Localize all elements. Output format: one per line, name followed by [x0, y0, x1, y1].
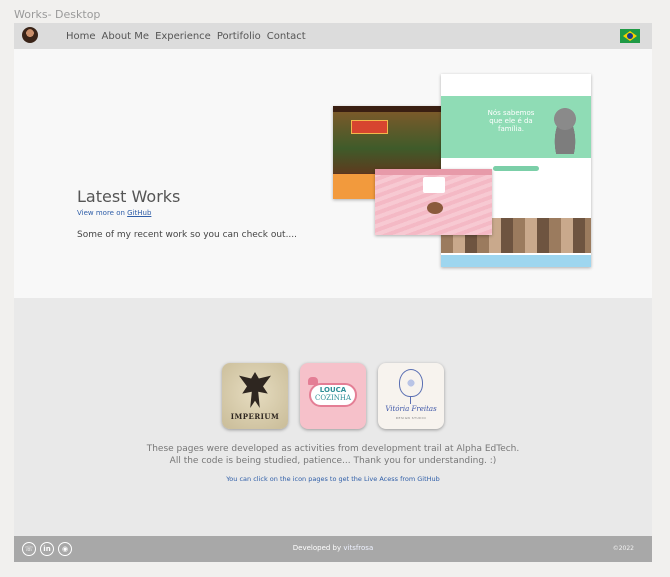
page-frame: Home About Me Experience Portifolio Cont… [14, 23, 652, 562]
nav-home[interactable]: Home [66, 31, 96, 42]
cat-image [549, 104, 581, 154]
mockup-topbar [375, 169, 492, 175]
louca-logo-line1: LOUCA [319, 386, 347, 394]
mockup-footer [441, 255, 591, 267]
developed-by: Developed by vitsfrosa [14, 544, 652, 552]
nav-experience[interactable]: Experience [155, 31, 211, 42]
flower-stem [410, 396, 411, 404]
nav-links: Home About Me Experience Portifolio Cont… [66, 23, 306, 49]
developed-by-label: Developed by [292, 544, 344, 552]
github-link-row: View more on GitHub [77, 209, 151, 217]
cake-image [427, 202, 443, 214]
projects-section: IMPERIUM LOUCA COZINHA Vitória Freitas D… [14, 298, 652, 536]
imperium-project-tile[interactable]: IMPERIUM [222, 363, 288, 429]
page-footer: ☏ in ◉ Developed by vitsfrosa ©2022 [14, 536, 652, 562]
louca-logo-line2: COZINHA [314, 394, 351, 402]
projects-note-line1: These pages were developed as activities… [146, 444, 520, 454]
hero-description: Some of my recent work so you can check … [77, 230, 298, 240]
imperium-logo-text: IMPERIUM [230, 412, 280, 421]
copyright: ©2022 [612, 545, 634, 552]
projects-hint: You can click on the icon pages to get t… [226, 475, 440, 483]
mockup-sign [351, 120, 388, 134]
github-link-prefix: View more on [77, 209, 128, 217]
vitoria-freitas-project-tile[interactable]: Vitória Freitas DESIGN STUDIO [378, 363, 444, 429]
nav-contact[interactable]: Contact [267, 31, 306, 42]
flower-icon [399, 369, 423, 397]
frame-title: Works- Desktop [14, 8, 101, 21]
eagle-icon [239, 372, 271, 408]
mockup-headline: Nós sabemos que ele é da família. [487, 109, 535, 133]
vitoria-logo-signature: Vitória Freitas [385, 405, 437, 413]
top-nav: Home About Me Experience Portifolio Cont… [14, 23, 652, 49]
hero-section: Latest Works View more on GitHub Some of… [14, 49, 652, 298]
nav-about-me[interactable]: About Me [102, 31, 150, 42]
flag-globe [627, 33, 633, 39]
louca-cozinha-project-tile[interactable]: LOUCA COZINHA [300, 363, 366, 429]
vitoria-logo-subtitle: DESIGN STUDIO [395, 416, 427, 420]
bakery-site-mockup [375, 169, 492, 235]
github-link[interactable]: GitHub [127, 209, 151, 217]
mockup-logo-card [423, 177, 445, 193]
brazil-flag-icon[interactable] [620, 29, 640, 43]
nav-portfolio[interactable]: Portifolio [217, 31, 261, 42]
page-title: Latest Works [77, 187, 181, 206]
mockup-pill [493, 166, 539, 171]
mockup-info-panel [333, 174, 377, 199]
developer-username[interactable]: vitsfrosa [343, 544, 373, 552]
project-tiles: IMPERIUM LOUCA COZINHA Vitória Freitas D… [222, 363, 444, 429]
cake-icon [308, 377, 318, 385]
avatar[interactable] [22, 27, 38, 43]
projects-note-line2: All the code is being studied, patience.… [169, 456, 497, 466]
